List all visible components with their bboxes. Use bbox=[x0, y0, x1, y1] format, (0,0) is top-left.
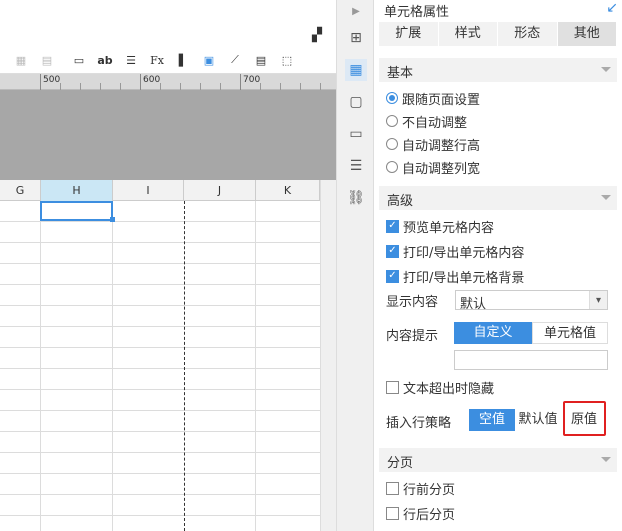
display-content-select[interactable]: 默认 ▾ bbox=[455, 290, 608, 312]
checkbox-break-after-row[interactable]: 行后分页 bbox=[386, 503, 455, 523]
tab-form[interactable]: 形态 bbox=[498, 22, 558, 46]
cell-grid[interactable] bbox=[0, 201, 320, 531]
radio-label: 自动调整行高 bbox=[402, 138, 481, 154]
checkbox-print-background[interactable]: ✓ 打印/导出单元格背景 bbox=[386, 266, 524, 286]
border-grid-icon[interactable]: ▦ bbox=[12, 51, 30, 69]
top-blank-area: ▞ bbox=[0, 0, 336, 46]
checkbox-label: 行前分页 bbox=[403, 482, 456, 498]
collapse-caret-icon[interactable] bbox=[601, 195, 611, 200]
checkbox-unchecked-icon[interactable] bbox=[386, 380, 399, 394]
section-advanced-title: 高级 bbox=[387, 194, 414, 209]
tab-expand[interactable]: 扩展 bbox=[379, 22, 439, 46]
content-hint-input[interactable] bbox=[454, 350, 608, 370]
checkbox-print-content[interactable]: ✓ 打印/导出单元格内容 bbox=[386, 241, 524, 261]
checkbox-unchecked-icon[interactable] bbox=[386, 506, 399, 520]
radio-follow-page[interactable]: 跟随页面设置 bbox=[386, 88, 480, 108]
radio-icon[interactable] bbox=[386, 92, 398, 104]
chevron-down-icon[interactable]: ▾ bbox=[589, 291, 607, 309]
hint-custom-button[interactable]: 自定义 bbox=[454, 322, 532, 344]
panel-header: 单元格属性 ↙ bbox=[374, 0, 622, 20]
radio-icon[interactable] bbox=[386, 115, 398, 127]
tab-other[interactable]: 其他 bbox=[557, 22, 617, 46]
cell-property-panel: 单元格属性 ↙ 扩展 样式 形态 其他 基本 跟随页面设置 不自动调整 自动调整… bbox=[374, 0, 622, 531]
vertical-scrollbar[interactable] bbox=[320, 180, 336, 531]
ruler: 500 600 700 bbox=[0, 74, 336, 90]
spreadsheet-area: ▞ ▦ ▤ ▭ ab ☰ Fx ▌ ▣ ⟋ ▤ ⬚ 500 600 700 G bbox=[0, 0, 336, 531]
checkbox-checked-icon[interactable]: ✓ bbox=[386, 219, 399, 233]
fill-handle[interactable] bbox=[110, 217, 115, 222]
cell-grid-icon[interactable]: ▤ bbox=[38, 51, 56, 69]
radio-label: 跟随页面设置 bbox=[402, 92, 481, 108]
radio-auto-col-width[interactable]: 自动调整列宽 bbox=[386, 157, 480, 177]
selected-cell[interactable] bbox=[40, 201, 113, 221]
text-style-icon[interactable]: ab bbox=[96, 51, 114, 69]
column-header-g[interactable]: G bbox=[0, 180, 41, 201]
radio-no-auto-adjust[interactable]: 不自动调整 bbox=[386, 111, 467, 131]
column-header-i[interactable]: I bbox=[113, 180, 184, 201]
ruler-label: 600 bbox=[143, 75, 161, 85]
collapse-caret-icon[interactable] bbox=[601, 67, 611, 72]
checkbox-label: 行后分页 bbox=[403, 507, 456, 523]
checkbox-label: 打印/导出单元格内容 bbox=[403, 245, 525, 261]
section-basic-title: 基本 bbox=[387, 66, 414, 81]
condition-icon[interactable]: ☰ bbox=[345, 155, 367, 177]
widget-icon[interactable]: ▭ bbox=[345, 123, 367, 145]
radio-label: 不自动调整 bbox=[402, 115, 468, 131]
checkbox-label: 预览单元格内容 bbox=[403, 220, 495, 236]
ruler-label: 700 bbox=[243, 75, 261, 85]
formula-icon[interactable]: Fx bbox=[148, 51, 166, 69]
section-advanced[interactable]: 高级 bbox=[379, 186, 617, 210]
format-painter-icon[interactable]: ▞ bbox=[312, 28, 322, 43]
hyperlink-icon[interactable]: ⛓ bbox=[345, 187, 367, 209]
display-content-label: 显示内容 bbox=[386, 295, 439, 310]
image-icon[interactable]: ▣ bbox=[200, 51, 218, 69]
checkbox-unchecked-icon[interactable] bbox=[386, 481, 399, 495]
column-header-h[interactable]: H bbox=[41, 180, 113, 201]
page-margin-area bbox=[0, 90, 336, 180]
insert-row-policy-label: 插入行策略 bbox=[386, 416, 452, 431]
radio-label: 自动调整列宽 bbox=[402, 161, 481, 177]
collapse-arrow-icon[interactable]: ▶ bbox=[345, 0, 367, 22]
radio-auto-row-height[interactable]: 自动调整行高 bbox=[386, 134, 480, 154]
checkbox-break-before-row[interactable]: 行前分页 bbox=[386, 478, 455, 498]
checkbox-preview-content[interactable]: ✓ 预览单元格内容 bbox=[386, 216, 494, 236]
insert-empty-button[interactable]: 空值 bbox=[469, 409, 515, 431]
column-header-j[interactable]: J bbox=[184, 180, 256, 201]
float-element-icon[interactable]: ▢ bbox=[345, 91, 367, 113]
side-icon-strip: ▶ ⊞ ▦ ▢ ▭ ☰ ⛓ bbox=[336, 0, 374, 531]
slash-icon[interactable]: ⟋ bbox=[226, 51, 244, 69]
radio-icon[interactable] bbox=[386, 138, 398, 150]
cell-attribute-icon[interactable]: ▦ bbox=[345, 59, 367, 81]
collapse-caret-icon[interactable] bbox=[601, 457, 611, 462]
hint-cell-value-button[interactable]: 单元格值 bbox=[532, 322, 608, 344]
insert-default-button[interactable]: 默认值 bbox=[515, 409, 561, 431]
highlight-box bbox=[563, 401, 606, 436]
section-paging[interactable]: 分页 bbox=[379, 448, 617, 472]
expand-arrow-icon[interactable]: ↙ bbox=[606, 0, 618, 16]
bar-chart-icon[interactable]: ▌ bbox=[174, 51, 192, 69]
radio-icon[interactable] bbox=[386, 161, 398, 173]
form-icon[interactable]: ▤ bbox=[252, 51, 270, 69]
align-icon[interactable]: ☰ bbox=[122, 51, 140, 69]
content-hint-label: 内容提示 bbox=[386, 329, 439, 344]
insert-row-icon[interactable]: ▭ bbox=[70, 51, 88, 69]
checkbox-checked-icon[interactable]: ✓ bbox=[386, 269, 399, 283]
toolbar: ▦ ▤ ▭ ab ☰ Fx ▌ ▣ ⟋ ▤ ⬚ bbox=[0, 46, 336, 74]
checkbox-checked-icon[interactable]: ✓ bbox=[386, 244, 399, 258]
page-break-line bbox=[184, 201, 185, 531]
checkbox-label: 打印/导出单元格背景 bbox=[403, 270, 525, 286]
display-content-value: 默认 bbox=[460, 297, 487, 312]
panel-title: 单元格属性 bbox=[384, 5, 450, 20]
ruler-label: 500 bbox=[43, 75, 61, 85]
border-dropdown-icon[interactable]: ⬚ bbox=[278, 51, 296, 69]
column-header: G H I J K bbox=[0, 180, 336, 201]
checkbox-label: 文本超出时隐藏 bbox=[403, 381, 495, 397]
tab-style[interactable]: 样式 bbox=[439, 22, 498, 46]
section-paging-title: 分页 bbox=[387, 456, 414, 471]
checkbox-hide-overflow[interactable]: 文本超出时隐藏 bbox=[386, 377, 494, 397]
panel-tabs: 扩展 样式 形态 其他 bbox=[379, 22, 617, 46]
cell-element-icon[interactable]: ⊞ bbox=[345, 27, 367, 49]
column-header-k[interactable]: K bbox=[256, 180, 320, 201]
section-basic[interactable]: 基本 bbox=[379, 58, 617, 82]
